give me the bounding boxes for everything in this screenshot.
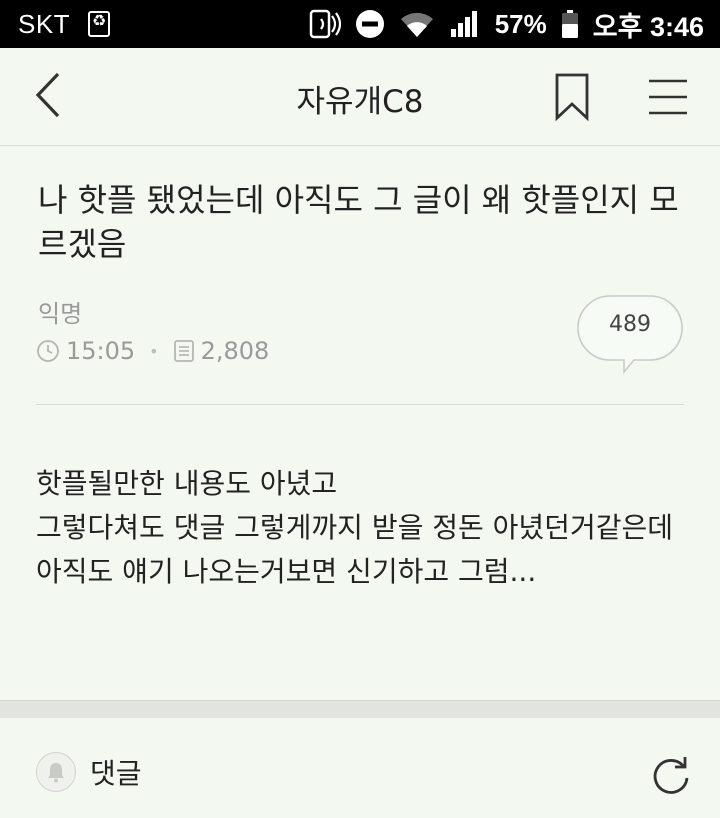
refresh-button[interactable] <box>650 754 692 796</box>
post-meta: 15:05 • 2,808 <box>36 337 269 365</box>
bell-icon <box>36 752 76 792</box>
body-line: 그렇다쳐도 댓글 그렇게까지 받을 정돈 아녔던거같은데 <box>36 511 673 544</box>
recycle-icon <box>88 11 111 37</box>
menu-button[interactable] <box>645 76 691 118</box>
app-header: 자유개C8 <box>0 48 720 146</box>
carrier-label: SKT <box>18 8 71 39</box>
post-body: 핫플될만한 내용도 아녔고 그렇다쳐도 댓글 그렇게까지 받을 정돈 아녔던거같… <box>36 462 696 594</box>
body-line: 아직도 얘기 나오는거보면 신기하고 그럼... <box>36 555 537 588</box>
menu-icon <box>649 79 687 115</box>
clock: 오후 3:46 <box>592 11 704 42</box>
refresh-icon <box>653 757 689 794</box>
comment-count: 489 <box>609 312 651 337</box>
body-line: 핫플될만한 내용도 아녔고 <box>36 467 338 500</box>
post-views: 2,808 <box>200 337 270 365</box>
comment-bar: 댓글 <box>0 718 720 818</box>
comment-label: 댓글 <box>90 757 142 790</box>
post-time: 15:05 <box>66 337 136 365</box>
bookmark-button[interactable] <box>550 72 594 122</box>
board-title: 자유개C8 <box>296 84 424 120</box>
comment-toggle[interactable]: 댓글 <box>36 752 142 792</box>
post-title: 나 핫플 됐었는데 아직도 그 글이 왜 핫플인지 모르겠음 <box>38 181 679 263</box>
post-author: 익명 <box>38 300 83 328</box>
battery-percent: 57% <box>494 8 547 39</box>
status-bar: SKT ♻ 57% 오후 3:46 <box>0 0 720 48</box>
clock-icon <box>36 339 60 363</box>
nfc-icon <box>309 9 341 39</box>
meta-separator: • <box>149 341 159 361</box>
do-not-disturb-icon <box>355 9 385 39</box>
wifi-icon <box>399 9 435 39</box>
signal-icon <box>449 9 481 39</box>
section-separator <box>0 700 720 718</box>
bookmark-icon <box>555 73 589 122</box>
views-icon <box>173 339 195 363</box>
divider <box>36 404 684 405</box>
comment-count-button[interactable]: 489 <box>576 294 684 374</box>
battery-icon <box>561 9 579 39</box>
